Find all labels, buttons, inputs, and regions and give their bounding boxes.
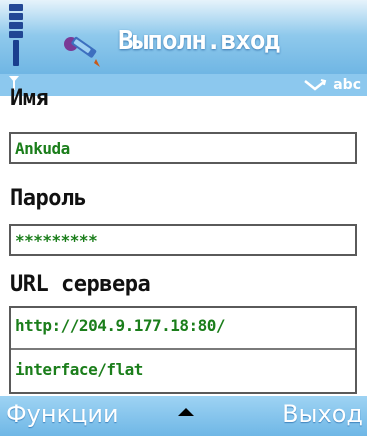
options-softkey[interactable]: Функции — [6, 400, 119, 428]
page-title: Выполн.вход — [118, 26, 280, 56]
password-value: ********* — [15, 231, 98, 250]
url-divider — [11, 348, 355, 350]
password-field[interactable]: ********* — [9, 224, 357, 256]
server-url-label: URL сервера — [10, 272, 151, 297]
input-mode-label: abc — [333, 77, 361, 93]
name-value: Ankuda — [15, 139, 70, 158]
server-url-field[interactable]: http://204.9.177.18:80/ interface/flat — [9, 306, 357, 394]
signal-bars-icon — [9, 4, 23, 68]
pencil-key-icon — [64, 36, 100, 67]
keypad-arrow-icon — [304, 79, 327, 91]
input-mode-indicator: abc — [303, 76, 361, 94]
login-form: Имя Ankuda Пароль ********* URL сервера … — [0, 86, 367, 396]
server-url-line-2: interface/flat — [15, 360, 143, 379]
login-screen: Выполн.вход abc Имя Ankuda Пароль ******… — [0, 0, 367, 436]
exit-softkey[interactable]: Выход — [282, 400, 363, 428]
up-arrow-icon[interactable] — [178, 408, 194, 416]
name-field[interactable]: Ankuda — [9, 132, 357, 164]
softkey-bar: Функции Выход — [0, 396, 367, 436]
title-bar: Выполн.вход — [0, 0, 367, 78]
server-url-line-1: http://204.9.177.18:80/ — [15, 316, 226, 335]
password-label: Пароль — [10, 186, 87, 211]
indicator-row: abc — [0, 74, 367, 96]
name-label: Имя — [10, 86, 49, 111]
